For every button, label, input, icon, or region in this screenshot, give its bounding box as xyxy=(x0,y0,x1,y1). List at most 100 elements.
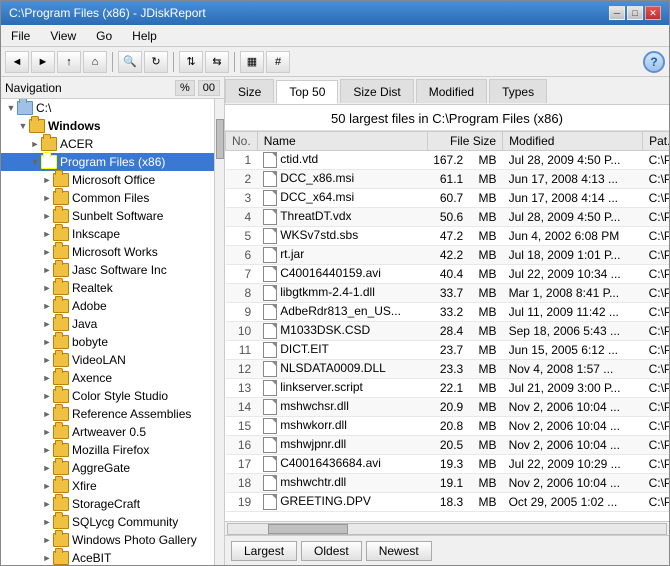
size-button[interactable]: 00 xyxy=(198,80,220,96)
nav-scroll-thumb[interactable] xyxy=(216,119,224,159)
tree-item-ms-office[interactable]: ► Microsoft Office xyxy=(1,171,214,189)
cell-path: C:\P... xyxy=(643,493,669,512)
menu-view[interactable]: View xyxy=(44,27,82,45)
window-title: C:\Program Files (x86) - JDiskReport xyxy=(9,6,206,20)
cell-unit: MB xyxy=(469,322,502,341)
up-button[interactable]: ↑ xyxy=(57,51,81,73)
table-row: 18 mshwchtr.dll 19.1 MB Nov 2, 2006 10:0… xyxy=(226,474,670,493)
forward-button[interactable]: ► xyxy=(31,51,55,73)
tree-item-jasc[interactable]: ► Jasc Software Inc xyxy=(1,261,214,279)
expand-acer-icon: ► xyxy=(29,138,41,150)
tree-item-bobyte[interactable]: ► bobyte xyxy=(1,333,214,351)
largest-button[interactable]: Largest xyxy=(231,541,297,561)
cell-modified: Jul 22, 2009 10:34 ... xyxy=(503,265,643,284)
tree-item-storagecraft[interactable]: ► StorageCraft xyxy=(1,495,214,513)
search-button[interactable]: 🔍 xyxy=(118,51,142,73)
tree-item-firefox[interactable]: ► Mozilla Firefox xyxy=(1,441,214,459)
view-list-button[interactable]: # xyxy=(266,51,290,73)
folder-sql-icon xyxy=(53,515,69,529)
tree-item-css[interactable]: ► Color Style Studio xyxy=(1,387,214,405)
tree-item-java[interactable]: ► Java xyxy=(1,315,214,333)
col-header-name[interactable]: Name xyxy=(257,132,427,151)
tab-modified[interactable]: Modified xyxy=(416,79,487,103)
tree-item-wpg[interactable]: ► Windows Photo Gallery xyxy=(1,531,214,549)
col-header-size[interactable]: File Size xyxy=(427,132,502,151)
table-row: 2 DCC_x86.msi 61.1 MB Jun 17, 2008 4:13 … xyxy=(226,170,670,189)
cell-unit: MB xyxy=(469,208,502,227)
tab-types[interactable]: Types xyxy=(489,79,547,103)
tree-item-acebit[interactable]: ► AceBIT xyxy=(1,549,214,565)
tree-item-aggregate[interactable]: ► AggreGate xyxy=(1,459,214,477)
cell-no: 6 xyxy=(226,246,258,265)
h-scroll-thumb[interactable] xyxy=(268,524,348,534)
sort-asc-button[interactable]: ⇅ xyxy=(179,51,203,73)
separator-1 xyxy=(112,52,113,72)
cell-name: GREETING.DPV xyxy=(257,493,427,512)
tree-item-acer[interactable]: ► ACER xyxy=(1,135,214,153)
cell-no: 10 xyxy=(226,322,258,341)
cell-no: 16 xyxy=(226,436,258,455)
cell-name: mshwjpnr.dll xyxy=(257,436,427,455)
folder-bb-icon xyxy=(53,335,69,349)
tree-item-artweaver[interactable]: ► Artweaver 0.5 xyxy=(1,423,214,441)
oldest-button[interactable]: Oldest xyxy=(301,541,362,561)
file-icon xyxy=(263,342,277,358)
expand-wpg-icon: ► xyxy=(41,534,53,546)
folder-ax-icon xyxy=(53,371,69,385)
tree-item-program-files-x86[interactable]: ▼ Program Files (x86) xyxy=(1,153,214,171)
maximize-button[interactable]: □ xyxy=(627,6,643,20)
back-button[interactable]: ◄ xyxy=(5,51,29,73)
menu-help[interactable]: Help xyxy=(126,27,163,45)
tree-item-windows[interactable]: ▼ Windows xyxy=(1,117,214,135)
tree-item-axence[interactable]: ► Axence xyxy=(1,369,214,387)
tree-item-ms-works[interactable]: ► Microsoft Works xyxy=(1,243,214,261)
tree-item-label: ACER xyxy=(60,137,93,151)
tree-item-inkscape[interactable]: ► Inkscape xyxy=(1,225,214,243)
menu-file[interactable]: File xyxy=(5,27,36,45)
table-row: 4 ThreatDT.vdx 50.6 MB Jul 28, 2009 4:50… xyxy=(226,208,670,227)
sort-desc-button[interactable]: ⇆ xyxy=(205,51,229,73)
tree-item-sunbelt[interactable]: ► Sunbelt Software xyxy=(1,207,214,225)
cell-name: DCC_x64.msi xyxy=(257,189,427,208)
nav-scrollbar[interactable] xyxy=(214,99,224,565)
tree-item-adobe[interactable]: ► Adobe xyxy=(1,297,214,315)
expand-ink-icon: ► xyxy=(41,228,53,240)
close-button[interactable]: ✕ xyxy=(645,6,661,20)
expand-ag-icon: ► xyxy=(41,462,53,474)
col-header-path[interactable]: Pat... xyxy=(643,132,669,151)
cell-name: libgtkmm-2.4-1.dll xyxy=(257,284,427,303)
table-header: No. Name File Size Modified Pat... xyxy=(226,132,670,151)
h-scrollbar[interactable] xyxy=(227,523,667,535)
col-header-modified[interactable]: Modified xyxy=(503,132,643,151)
menu-go[interactable]: Go xyxy=(90,27,118,45)
minimize-button[interactable]: ─ xyxy=(609,6,625,20)
file-icon xyxy=(263,380,277,396)
tree-item-root[interactable]: ▼ C:\ xyxy=(1,99,214,117)
tree-item-common-files[interactable]: ► Common Files xyxy=(1,189,214,207)
cell-modified: Nov 4, 2008 1:57 ... xyxy=(503,360,643,379)
tab-top50[interactable]: Top 50 xyxy=(276,80,338,104)
tree-item-sqlycg[interactable]: ► SQLycg Community xyxy=(1,513,214,531)
cell-no: 9 xyxy=(226,303,258,322)
tree-item-label: Mozilla Firefox xyxy=(72,443,149,457)
tree-item-realtek[interactable]: ► Realtek xyxy=(1,279,214,297)
tab-sizedist[interactable]: Size Dist xyxy=(340,79,413,103)
home-button[interactable]: ⌂ xyxy=(83,51,107,73)
tree-item-label: Windows Photo Gallery xyxy=(72,533,197,547)
tree-item-ref-asm[interactable]: ► Reference Assemblies xyxy=(1,405,214,423)
cell-modified: Jun 17, 2008 4:13 ... xyxy=(503,170,643,189)
pct-button[interactable]: % xyxy=(175,80,195,96)
tab-size[interactable]: Size xyxy=(225,79,274,103)
newest-button[interactable]: Newest xyxy=(366,541,432,561)
tree-item-label: bobyte xyxy=(72,335,108,349)
refresh-button[interactable]: ↻ xyxy=(144,51,168,73)
tree-item-videolan[interactable]: ► VideoLAN xyxy=(1,351,214,369)
help-button[interactable]: ? xyxy=(643,51,665,73)
col-header-no[interactable]: No. xyxy=(226,132,258,151)
tree-item-xfire[interactable]: ► Xfire xyxy=(1,477,214,495)
cell-size: 33.7 xyxy=(427,284,469,303)
tree-item-label: Jasc Software Inc xyxy=(72,263,167,277)
folder-sb-icon xyxy=(53,209,69,223)
cell-size: 50.6 xyxy=(427,208,469,227)
view-grid-button[interactable]: ▦ xyxy=(240,51,264,73)
